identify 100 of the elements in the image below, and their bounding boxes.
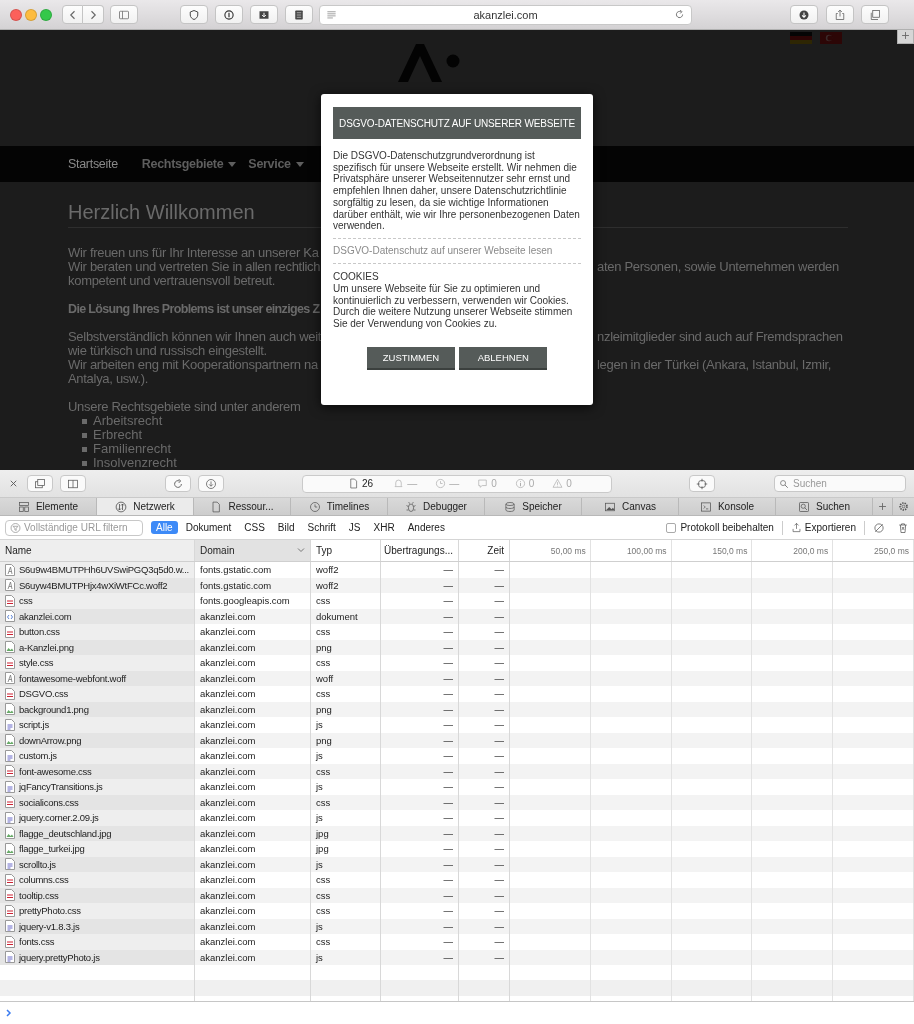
table-cell: png xyxy=(311,732,381,748)
table-cell: — xyxy=(459,763,510,779)
image-file-icon xyxy=(5,842,15,855)
inspect-button[interactable] xyxy=(689,475,715,492)
settings-icon xyxy=(897,501,909,512)
filter-button[interactable]: Dokument xyxy=(180,521,237,534)
table-cell: — xyxy=(459,562,510,578)
sort-caret-icon xyxy=(297,548,305,553)
extension-button[interactable] xyxy=(180,5,208,24)
table-cell: css xyxy=(311,686,381,702)
status-count: 26 xyxy=(362,478,374,489)
section-heading: COOKIES xyxy=(333,270,380,283)
file-name: script.js xyxy=(19,718,49,732)
table-cell: — xyxy=(381,655,459,671)
tabs-button[interactable] xyxy=(861,5,889,24)
export-button[interactable]: Exportieren xyxy=(790,522,856,533)
reload-icon xyxy=(172,477,184,490)
new-tab-button[interactable] xyxy=(897,30,914,44)
body-text: Die Lösung Ihres Problems ist unser einziges Z xyxy=(68,302,321,316)
filter-button[interactable]: JS xyxy=(343,521,366,534)
reload-icon xyxy=(674,9,685,20)
image-file-icon xyxy=(5,641,15,654)
download-icon xyxy=(798,8,810,21)
file-name: flagge_turkei.jpg xyxy=(19,842,85,856)
table-cell: js xyxy=(311,810,381,826)
table-cell: css xyxy=(311,887,381,903)
devtools-tab[interactable]: Debugger xyxy=(388,498,485,515)
devtools-tab[interactable]: Netzwerk xyxy=(97,498,194,515)
extension-button[interactable] xyxy=(250,5,278,24)
address-field[interactable]: akanzlei.com xyxy=(319,4,692,25)
table-cell: akanzlei.com xyxy=(195,655,311,671)
download-button[interactable] xyxy=(198,475,224,492)
file-name: downArrow.png xyxy=(19,733,82,748)
file-name: S6u9w4BMUTPHh6UVSwiPGQ3q5d0.w... xyxy=(19,563,189,577)
devtools-tab[interactable]: Ressour... xyxy=(194,498,291,515)
file-name: background1.png xyxy=(19,702,89,717)
filter-button[interactable]: Schrift xyxy=(302,521,341,534)
table-cell: js xyxy=(311,779,381,795)
column-header[interactable]: Name xyxy=(0,540,195,561)
close-button[interactable] xyxy=(10,8,22,21)
file-name: socialicons.css xyxy=(19,795,79,810)
file-name: scrollto.js xyxy=(19,857,56,872)
image-icon xyxy=(604,500,617,513)
devtools-tab[interactable]: Timelines xyxy=(291,498,388,515)
table-cell: — xyxy=(381,608,459,624)
extension-button[interactable] xyxy=(285,5,313,24)
table-cell: png xyxy=(311,639,381,655)
table-cell: css xyxy=(311,903,381,919)
downloads-button[interactable] xyxy=(790,5,818,24)
devtools-tab[interactable]: Canvas xyxy=(582,498,679,515)
table-cell: — xyxy=(381,825,459,841)
filter-button[interactable]: Bild xyxy=(272,521,300,534)
turkish-flag-icon xyxy=(820,32,842,44)
table-cell: — xyxy=(381,717,459,733)
forward-button[interactable] xyxy=(83,5,104,24)
privacy-link[interactable]: DSGVO-Datenschutz auf unserer Webseite lesen xyxy=(333,244,581,257)
table-cell: akanzlei.com xyxy=(195,934,311,950)
zoom-button[interactable] xyxy=(40,8,52,21)
devtools-tab[interactable]: Suchen xyxy=(776,498,873,515)
devtools-tab[interactable]: Konsole xyxy=(679,498,776,515)
column-header[interactable]: Domain xyxy=(195,540,311,561)
script-file-icon xyxy=(5,811,15,824)
clock-icon xyxy=(308,500,321,513)
search-field[interactable]: Suchen xyxy=(774,475,906,492)
minimize-button[interactable] xyxy=(25,8,37,21)
filter-button[interactable]: CSS xyxy=(239,521,270,534)
layout-button[interactable] xyxy=(60,475,86,492)
table-cell: akanzlei.com xyxy=(195,872,311,888)
table-cell: dokument xyxy=(311,608,381,624)
dialog-text: Um unsere Webseite für Sie zu optimieren und kontinuierlich zu verbessern, verwenden wir Cookies. Durch die weitere Nutzung unserer Webseite stimmen Sie der Verwendung von Cookies zu. xyxy=(333,282,574,330)
sidebar-button[interactable] xyxy=(110,5,138,24)
status-count: — xyxy=(407,478,418,489)
script-file-icon xyxy=(5,749,15,762)
table-cell: — xyxy=(459,748,510,764)
timeline-tick: 100,00 ms xyxy=(626,545,667,558)
url-filter-field[interactable]: Vollständige URL filtern xyxy=(5,519,143,536)
clear-button[interactable] xyxy=(873,521,885,534)
checkbox[interactable] xyxy=(666,522,677,533)
column-header[interactable]: Übertragungs... xyxy=(381,540,459,561)
filter-button[interactable]: XHR xyxy=(368,521,400,534)
circle-icon xyxy=(223,8,235,21)
stylesheet-file-icon xyxy=(5,796,15,809)
nav-link[interactable]: Startseite xyxy=(68,157,118,171)
devtools-tab[interactable]: Speicher xyxy=(485,498,582,515)
delete-button[interactable] xyxy=(897,521,909,534)
back-button[interactable] xyxy=(62,5,83,24)
body-text: Antalya, usw.). xyxy=(68,372,149,386)
dialog-button[interactable]: ABLEHNEN xyxy=(459,346,548,370)
extension-button[interactable] xyxy=(215,5,243,24)
reload-button[interactable] xyxy=(165,475,191,492)
table-cell: css xyxy=(311,934,381,950)
filter-button[interactable]: Anderes xyxy=(402,521,450,534)
table-cell: jpg xyxy=(311,841,381,857)
dock-button[interactable] xyxy=(27,475,53,492)
share-button[interactable] xyxy=(826,5,854,24)
document-icon xyxy=(348,478,359,489)
body-text: legen in der Türkei (Ankara, Istanbul, Izmir, xyxy=(597,358,833,372)
table-cell: — xyxy=(459,887,510,903)
table-cell: — xyxy=(459,593,510,609)
dialog-button[interactable]: ZUSTIMMEN xyxy=(366,346,456,370)
